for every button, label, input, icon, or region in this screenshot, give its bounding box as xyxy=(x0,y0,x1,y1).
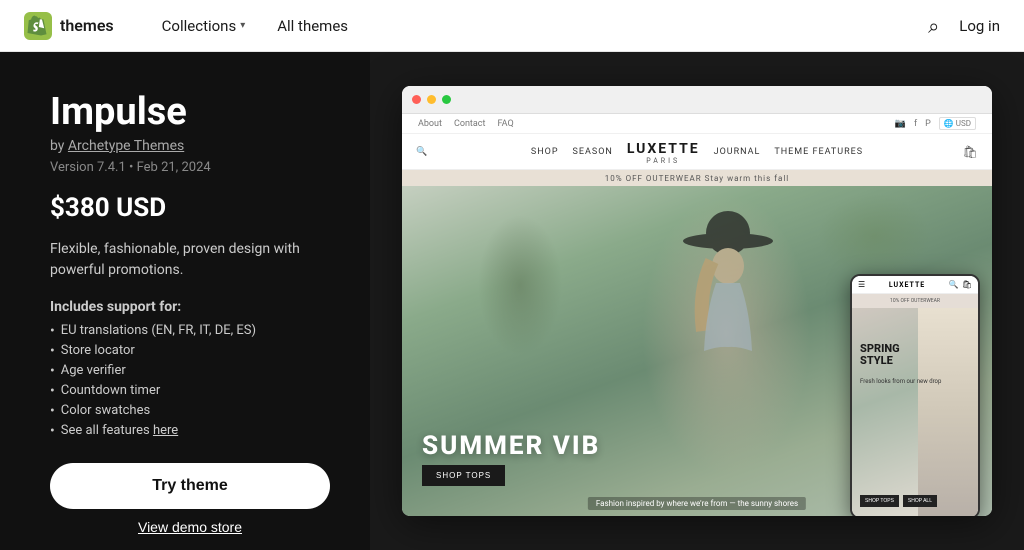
preview-panel: About Contact FAQ 📷 f P 🌐 USD 🔍 SHOP SEA… xyxy=(370,52,1024,550)
mobile-banner: 10% OFF OUTERWEAR xyxy=(852,294,978,308)
theme-price: $380 USD xyxy=(50,193,330,223)
list-item: Color swatches xyxy=(50,401,330,421)
collections-link[interactable]: Collections ▾ xyxy=(146,0,262,52)
theme-description: Flexible, fashionable, proven design wit… xyxy=(50,239,330,281)
nav-right: ⌕ Log in xyxy=(928,14,1000,38)
mobile-shop-tops-button[interactable]: SHOP TOPS xyxy=(860,495,899,507)
main-nav: themes Collections ▾ All themes ⌕ Log in xyxy=(0,0,1024,52)
pinterest-icon: P xyxy=(925,119,931,129)
theme-version: Version 7.4.1 • Feb 21, 2024 xyxy=(50,160,330,175)
login-button[interactable]: Log in xyxy=(959,17,1000,35)
hero-caption: Fashion inspired by where we're from — t… xyxy=(588,497,806,510)
mobile-hero: SPRINGSTYLE Fresh looks from our new dro… xyxy=(852,308,978,516)
hero-shop-button[interactable]: SHOP TOPS xyxy=(422,465,505,486)
shopify-logo-icon xyxy=(24,12,52,40)
site-top-nav: About Contact FAQ 📷 f P 🌐 USD xyxy=(402,114,992,134)
mobile-buttons: SHOP TOPS SHOP ALL xyxy=(860,495,937,507)
contact-link[interactable]: Contact xyxy=(454,119,485,129)
about-link[interactable]: About xyxy=(418,119,442,129)
site-shop-link[interactable]: SHOP xyxy=(531,147,559,157)
hero-title: SUMMER VIB xyxy=(422,431,600,461)
mobile-figure xyxy=(918,308,978,516)
site-journal-link[interactable]: JOURNAL xyxy=(714,147,761,157)
faq-link[interactable]: FAQ xyxy=(497,119,513,129)
all-themes-link[interactable]: All themes xyxy=(261,0,364,52)
support-title: Includes support for: xyxy=(50,299,330,315)
mobile-hero-subtitle: Fresh looks from our new drop xyxy=(860,378,941,386)
search-icon[interactable]: ⌕ xyxy=(928,14,939,38)
author-link[interactable]: Archetype Themes xyxy=(68,138,184,154)
promo-banner: 10% OFF OUTERWEAR Stay warm this fall xyxy=(402,170,992,186)
instagram-icon: 📷 xyxy=(895,119,906,129)
list-item: Countdown timer xyxy=(50,381,330,401)
theme-title: Impulse xyxy=(50,92,330,134)
theme-author: by Archetype Themes xyxy=(50,138,330,154)
browser-mockup: About Contact FAQ 📷 f P 🌐 USD 🔍 SHOP SEA… xyxy=(402,86,992,516)
site-logo: LUXETTE PARIS xyxy=(627,138,700,165)
browser-minimize-dot xyxy=(427,95,436,104)
chevron-down-icon: ▾ xyxy=(240,20,245,31)
hero-area: SUMMER VIB SHOP TOPS Fashion inspired by… xyxy=(402,186,992,516)
list-item: EU translations (EN, FR, IT, DE, ES) xyxy=(50,321,330,341)
mobile-menu-icon: ☰ xyxy=(858,280,865,289)
browser-maximize-dot xyxy=(442,95,451,104)
support-list: EU translations (EN, FR, IT, DE, ES) Sto… xyxy=(50,321,330,441)
hero-model-figure xyxy=(668,186,788,516)
site-main-nav: 🔍 SHOP SEASON LUXETTE PARIS JOURNAL THEM… xyxy=(402,134,992,170)
mobile-logo: LUXETTE xyxy=(889,281,925,289)
list-item: Age verifier xyxy=(50,361,330,381)
try-theme-button[interactable]: Try theme xyxy=(50,463,330,509)
logo[interactable]: themes xyxy=(24,12,114,40)
facebook-icon: f xyxy=(914,119,917,129)
mobile-nav-bar: ☰ LUXETTE 🔍 🛍 xyxy=(852,276,978,294)
site-search-icon[interactable]: 🔍 xyxy=(416,147,427,157)
nav-logo-text: themes xyxy=(60,16,114,35)
mobile-shop-all-button[interactable]: SHOP ALL xyxy=(903,495,937,507)
nav-links: Collections ▾ All themes xyxy=(146,0,364,52)
free-trial-text: Unlimited free trial. Pay if you publish… xyxy=(50,535,330,550)
features-link[interactable]: here xyxy=(153,423,178,438)
list-item: See all features here xyxy=(50,421,330,441)
currency-selector[interactable]: 🌐 USD xyxy=(939,117,976,130)
theme-detail-panel: Impulse by Archetype Themes Version 7.4.… xyxy=(0,52,370,550)
mobile-cart-icon: 🛍 xyxy=(962,280,972,289)
site-theme-features-link[interactable]: THEME FEATURES xyxy=(774,147,863,157)
main-content: Impulse by Archetype Themes Version 7.4.… xyxy=(0,52,1024,550)
mobile-hero-title: SPRINGSTYLE xyxy=(860,343,900,367)
site-cart-icon[interactable]: 🛍 xyxy=(963,145,978,159)
mobile-preview-mockup: ☰ LUXETTE 🔍 🛍 10% OFF OUTERWEAR xyxy=(850,274,980,516)
site-season-link[interactable]: SEASON xyxy=(573,147,613,157)
browser-close-dot xyxy=(412,95,421,104)
mobile-search-icon: 🔍 xyxy=(949,280,959,289)
browser-bar xyxy=(402,86,992,114)
list-item: Store locator xyxy=(50,341,330,361)
view-demo-button[interactable]: View demo store xyxy=(138,519,242,535)
